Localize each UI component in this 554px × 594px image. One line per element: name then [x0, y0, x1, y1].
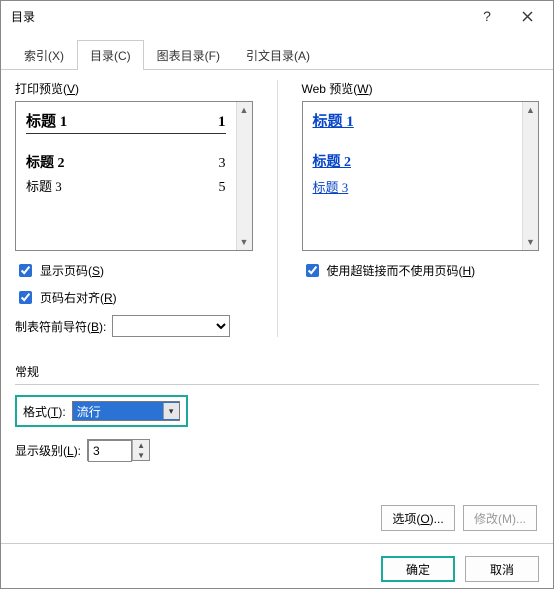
toc-line-2: 标题 2 3: [26, 152, 226, 172]
general-divider: [15, 384, 539, 385]
chevron-down-icon: ▾: [163, 403, 179, 419]
toc-line-1: 标题 1 1: [26, 110, 226, 134]
show-page-numbers-input[interactable]: [19, 264, 32, 277]
general-heading: 常规: [15, 363, 539, 380]
use-hyperlinks-checkbox[interactable]: 使用超链接而不使用页码(H): [302, 261, 540, 280]
levels-spinner[interactable]: ▲ ▼: [87, 439, 150, 461]
web-link-3[interactable]: 标题 3: [313, 177, 349, 196]
dialog-content: 打印预览(V) 标题 1 1 标题 2 3 标题 3 5: [1, 70, 553, 544]
modify-button: 修改(M)...: [463, 505, 537, 531]
print-preview-box: 标题 1 1 标题 2 3 标题 3 5 ▲ ▼: [15, 101, 253, 251]
close-button[interactable]: [507, 2, 547, 30]
general-section: 常规 格式(T): 流行 ▾ 显示级别(L): ▲ ▼: [15, 363, 539, 531]
toc-line-3: 标题 3 5: [26, 176, 226, 196]
dialog-title: 目录: [11, 8, 467, 25]
print-preview-label: 打印预览(V): [15, 80, 253, 97]
cancel-button[interactable]: 取消: [465, 556, 539, 582]
close-icon: [522, 11, 533, 22]
scroll-down-icon[interactable]: ▼: [523, 234, 538, 250]
tab-leader-row: 制表符前导符(B):: [15, 315, 253, 337]
scroll-up-icon[interactable]: ▲: [523, 102, 538, 118]
tab-bar: 索引(X) 目录(C) 图表目录(F) 引文目录(A): [1, 31, 553, 70]
options-button[interactable]: 选项(O)...: [381, 505, 455, 531]
spinner-down-icon[interactable]: ▼: [133, 450, 149, 460]
scroll-down-icon[interactable]: ▼: [237, 234, 252, 250]
tab-leader-select[interactable]: [112, 315, 230, 337]
use-hyperlinks-input[interactable]: [306, 264, 319, 277]
web-link-1[interactable]: 标题 1: [313, 110, 354, 131]
print-preview-scrollbar[interactable]: ▲ ▼: [236, 102, 252, 250]
print-preview-section: 打印预览(V) 标题 1 1 标题 2 3 标题 3 5: [15, 80, 253, 337]
format-row-highlight: 格式(T): 流行 ▾: [15, 395, 188, 427]
web-preview-section: Web 预览(W) 标题 1 标题 2 标题 3 ▲ ▼ 使用超链接而不使用页码…: [302, 80, 540, 337]
tab-figures[interactable]: 图表目录(F): [144, 40, 233, 70]
dialog-button-bar: 确定 取消: [1, 544, 553, 594]
spinner-up-icon[interactable]: ▲: [133, 440, 149, 450]
format-select-value: 流行: [77, 403, 101, 420]
scroll-up-icon[interactable]: ▲: [237, 102, 252, 118]
tab-authorities[interactable]: 引文目录(A): [233, 40, 323, 70]
ok-button[interactable]: 确定: [381, 556, 455, 582]
tab-index[interactable]: 索引(X): [11, 40, 77, 70]
format-label: 格式(T):: [23, 403, 66, 420]
format-select[interactable]: 流行 ▾: [72, 401, 180, 421]
show-page-numbers-checkbox[interactable]: 显示页码(S): [15, 261, 253, 280]
titlebar: 目录 ?: [1, 1, 553, 31]
levels-label: 显示级别(L):: [15, 442, 81, 459]
right-align-input[interactable]: [19, 291, 32, 304]
tab-toc[interactable]: 目录(C): [77, 40, 144, 70]
web-link-2[interactable]: 标题 2: [313, 151, 352, 171]
levels-row: 显示级别(L): ▲ ▼: [15, 439, 539, 461]
right-align-checkbox[interactable]: 页码右对齐(R): [15, 288, 253, 307]
vertical-divider: [277, 80, 278, 337]
web-preview-box: 标题 1 标题 2 标题 3 ▲ ▼: [302, 101, 540, 251]
help-button[interactable]: ?: [467, 2, 507, 30]
levels-input[interactable]: [88, 440, 132, 462]
web-preview-label: Web 预览(W): [302, 80, 540, 97]
web-preview-scrollbar[interactable]: ▲ ▼: [522, 102, 538, 250]
